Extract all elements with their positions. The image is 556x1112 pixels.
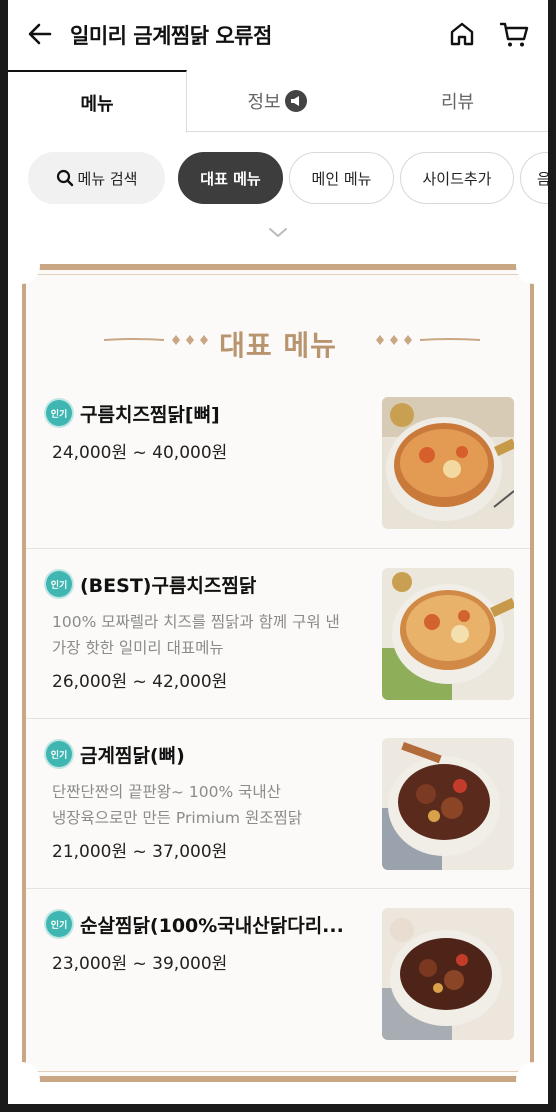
menu-item-name: 금계찜닭(뼈)	[80, 744, 185, 767]
section-header: 대표 메뉴	[26, 322, 530, 362]
menu-item-price: 21,000원 ~ 37,000원	[52, 842, 228, 862]
menu-item-desc-line: 단짠단짠의 끝판왕~ 100% 국내산	[52, 783, 281, 801]
card-corner	[516, 248, 548, 284]
tab-review[interactable]: 리뷰	[367, 70, 548, 132]
tab-bar: 메뉴 정보 리뷰	[8, 70, 548, 133]
menu-item-photo	[382, 908, 514, 1040]
menu-item[interactable]: 인기 금계찜닭(뼈) 단짠단짠의 끝판왕~ 100% 국내산 냉장육으로만 만든…	[26, 718, 530, 888]
tab-review-label: 리뷰	[440, 92, 475, 113]
category-chips: 메뉴 검색 대표 메뉴 메인 메뉴 사이드추가 음	[8, 152, 548, 206]
menu-search-label: 메뉴 검색	[77, 169, 138, 188]
tab-menu-label: 메뉴	[80, 93, 114, 115]
tab-menu[interactable]: 메뉴	[8, 70, 187, 133]
menu-item[interactable]: 인기 순살찜닭(100%국내산닭다리... 23,000원 ~ 39,000원	[26, 888, 530, 1058]
card-corner	[8, 248, 40, 284]
search-icon	[56, 169, 73, 187]
menu-item-name-row: 인기 순살찜닭(100%국내산닭다리...	[46, 909, 344, 939]
popular-badge: 인기	[46, 911, 72, 937]
tab-info[interactable]: 정보	[187, 70, 367, 132]
menu-item-price: 24,000원 ~ 40,000원	[52, 443, 228, 463]
menu-item-description: 단짠단짠의 끝판왕~ 100% 국내산 냉장육으로만 만든 Primium 원조…	[52, 779, 372, 831]
store-name: 일미리 금계찜닭 오류점	[70, 24, 272, 48]
cart-icon[interactable]	[499, 20, 529, 48]
chip-featured-menu[interactable]: 대표 메뉴	[178, 152, 283, 204]
app-screen: 일미리 금계찜닭 오류점 메뉴 정보 리뷰 메뉴 검색 대표 메뉴 메인 메뉴 …	[8, 0, 548, 1104]
menu-item-price: 26,000원 ~ 42,000원	[52, 672, 228, 692]
chip-drinks[interactable]: 음	[520, 152, 548, 204]
popular-badge: 인기	[46, 571, 72, 597]
card-corner	[516, 1062, 548, 1098]
featured-menu-card: 대표 메뉴 인기 구름치즈찜닭[뼈] 24,000원 ~ 40,000원 인기 …	[8, 248, 548, 1098]
menu-item-name: 구름치즈찜닭[뼈]	[80, 403, 220, 426]
top-bar: 일미리 금계찜닭 오류점	[8, 0, 548, 70]
menu-item-name: (BEST)구름치즈찜닭	[80, 574, 257, 597]
menu-item[interactable]: 인기 구름치즈찜닭[뼈] 24,000원 ~ 40,000원	[26, 378, 530, 548]
chip-side-add[interactable]: 사이드추가	[400, 152, 514, 204]
card-corner	[8, 1062, 40, 1098]
menu-item-name: 순살찜닭(100%국내산닭다리...	[80, 914, 344, 937]
menu-item-name-row: 인기 구름치즈찜닭[뼈]	[46, 398, 220, 428]
popular-badge: 인기	[46, 400, 72, 426]
tab-info-label: 정보	[247, 92, 281, 113]
chip-main-menu[interactable]: 메인 메뉴	[289, 152, 394, 204]
menu-item-photo	[382, 397, 514, 529]
menu-item-photo	[382, 568, 514, 700]
menu-search-button[interactable]: 메뉴 검색	[28, 152, 165, 204]
menu-item-name-row: 인기 금계찜닭(뼈)	[46, 739, 185, 769]
menu-item-desc-line: 가장 핫한 일미리 대표메뉴	[52, 639, 224, 657]
menu-item-photo	[382, 738, 514, 870]
menu-item-price: 23,000원 ~ 39,000원	[52, 954, 228, 974]
home-icon[interactable]	[448, 20, 476, 48]
menu-item-desc-line: 100% 모짜렐라 치즈를 찜닭과 함께 구워 낸	[52, 613, 340, 631]
menu-item-desc-line: 냉장육으로만 만든 Primium 원조찜닭	[52, 809, 302, 827]
megaphone-icon	[284, 90, 307, 112]
back-arrow-icon[interactable]	[26, 20, 54, 48]
chevron-down-icon[interactable]	[267, 226, 289, 240]
menu-item-description: 100% 모짜렐라 치즈를 찜닭과 함께 구워 낸 가장 핫한 일미리 대표메뉴	[52, 609, 372, 661]
menu-item-name-row: 인기 (BEST)구름치즈찜닭	[46, 569, 256, 599]
ornament-right-icon	[376, 335, 480, 345]
popular-badge: 인기	[46, 741, 72, 767]
menu-item[interactable]: 인기 (BEST)구름치즈찜닭 100% 모짜렐라 치즈를 찜닭과 함께 구워 …	[26, 548, 530, 718]
